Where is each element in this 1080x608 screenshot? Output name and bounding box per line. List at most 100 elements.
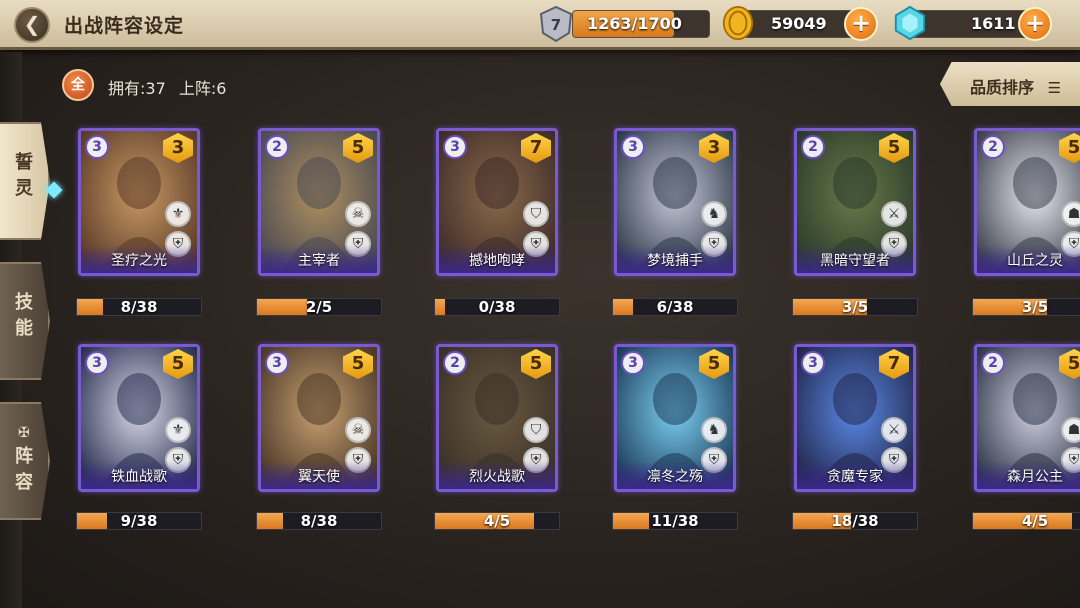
page-title: 出战阵容设定 <box>64 15 185 37</box>
hero-card[interactable]: 3 5 ☠ ⛨ 翼天使 <box>258 344 380 492</box>
class-emblem-icon: ☗ <box>1061 417 1080 443</box>
progress-text: 3/5 <box>841 298 869 316</box>
shard-progress-bar: 8/38 <box>256 512 382 530</box>
level-badge: 2 <box>265 135 289 159</box>
progress-text: 18/38 <box>831 512 879 530</box>
hero-card[interactable]: 3 3 ⚜ ⛨ 圣疗之光 <box>78 128 200 276</box>
level-badge: 3 <box>621 135 645 159</box>
class-emblem-icon: ⛉ <box>523 201 549 227</box>
class-emblem-icon: ☠ <box>345 201 371 227</box>
hero-card[interactable]: 3 5 ♞ ⛨ 凛冬之殇 <box>614 344 736 492</box>
hero-name: 梦境捕手 <box>617 245 733 273</box>
plus-icon: + <box>1024 9 1046 37</box>
hero-name: 主宰者 <box>261 245 377 273</box>
progress-text: 6/38 <box>656 298 694 316</box>
hero-card[interactable]: 2 5 ⚔ ⛨ 黑暗守望者 <box>794 128 916 276</box>
filter-all-button[interactable]: 全 <box>62 69 94 101</box>
progress-text: 4/5 <box>483 512 511 530</box>
back-button[interactable]: ❮ <box>14 7 50 43</box>
progress-text: 8/38 <box>120 298 158 316</box>
hero-card[interactable]: 3 3 ♞ ⛨ 梦境捕手 <box>614 128 736 276</box>
tab-skills[interactable]: 技 能 <box>0 262 50 380</box>
hero-name: 铁血战歌 <box>81 461 197 489</box>
hero-card[interactable]: 3 5 ⚜ ⛨ 铁血战歌 <box>78 344 200 492</box>
progress-text: 9/38 <box>120 512 158 530</box>
owned-count-text: 拥有:37 上阵:6 <box>108 75 234 99</box>
hero-name: 凛冬之殇 <box>617 461 733 489</box>
class-emblem-icon: ⚜ <box>165 417 191 443</box>
class-emblem-icon: ♞ <box>701 417 727 443</box>
stamina-shield-icon: 7 <box>539 5 573 43</box>
progress-text: 0/38 <box>478 298 516 316</box>
back-arrow-icon: ❮ <box>23 12 41 36</box>
formation-icon: ✠ <box>18 425 30 441</box>
stamina-level-badge: 7 <box>551 16 561 34</box>
tab-formation[interactable]: ✠ 阵 容 <box>0 402 50 520</box>
gem-plus-button[interactable]: + <box>1018 7 1052 41</box>
shard-progress-bar: 18/38 <box>792 512 918 530</box>
sort-quality-button[interactable]: 品质排序 ☰ <box>940 62 1080 106</box>
progress-text: 11/38 <box>651 512 699 530</box>
progress-text: 8/38 <box>300 512 338 530</box>
plus-icon: + <box>850 9 872 37</box>
class-emblem-icon: ⚔ <box>881 201 907 227</box>
level-badge: 2 <box>981 351 1005 375</box>
progress-text: 2/5 <box>305 298 333 316</box>
shard-progress-bar: 3/5 <box>792 298 918 316</box>
level-badge: 3 <box>85 351 109 375</box>
level-badge: 3 <box>443 135 467 159</box>
hero-name: 翼天使 <box>261 461 377 489</box>
progress-text: 4/5 <box>1021 512 1049 530</box>
tab-label-2: 容 <box>15 472 33 493</box>
progress-text: 3/5 <box>1021 298 1049 316</box>
hero-name: 撼地咆哮 <box>439 245 555 273</box>
level-badge: 3 <box>801 351 825 375</box>
gold-value: 59049 <box>771 14 827 33</box>
stamina-bar: 1263/1700 <box>572 10 710 38</box>
gold-plus-button[interactable]: + <box>844 7 878 41</box>
tab-label-2: 能 <box>15 318 33 339</box>
class-emblem-icon: ☠ <box>345 417 371 443</box>
tab-label-2: 灵 <box>15 178 33 199</box>
hero-name: 山丘之灵 <box>977 245 1080 273</box>
hero-card[interactable]: 2 5 ☗ ⛨ 山丘之灵 <box>974 128 1080 276</box>
class-emblem-icon: ⚔ <box>881 417 907 443</box>
shard-progress-bar: 4/5 <box>434 512 560 530</box>
gem-value: 1611 <box>971 14 1016 33</box>
hero-card[interactable]: 2 5 ⛉ ⛨ 烈火战歌 <box>436 344 558 492</box>
list-icon: ☰ <box>1047 79 1062 97</box>
level-badge: 2 <box>981 135 1005 159</box>
level-badge: 3 <box>621 351 645 375</box>
blue-gem-icon <box>894 5 926 41</box>
class-emblem-icon: ♞ <box>701 201 727 227</box>
top-bar: ❮ 出战阵容设定 1263/1700 7 59049 + 1611 + <box>0 0 1080 50</box>
tab-label-1: 技 <box>15 292 33 313</box>
hero-name: 贪魔专家 <box>797 461 913 489</box>
level-badge: 2 <box>443 351 467 375</box>
shard-progress-bar: 4/5 <box>972 512 1080 530</box>
shard-progress-bar: 8/38 <box>76 298 202 316</box>
stamina-text: 1263/1700 <box>587 14 682 33</box>
shard-progress-bar: 6/38 <box>612 298 738 316</box>
hero-name: 森月公主 <box>977 461 1080 489</box>
gold-coin-icon <box>722 5 754 41</box>
shard-progress-bar: 3/5 <box>972 298 1080 316</box>
tab-label-1: 誓 <box>15 152 33 173</box>
sort-label: 品质排序 <box>970 78 1035 97</box>
tab-spirits[interactable]: 誓 灵 <box>0 122 50 240</box>
class-emblem-icon: ⛉ <box>523 417 549 443</box>
hero-card[interactable]: 3 7 ⛉ ⛨ 撼地咆哮 <box>436 128 558 276</box>
hero-card[interactable]: 3 7 ⚔ ⛨ 贪魔专家 <box>794 344 916 492</box>
shard-progress-bar: 2/5 <box>256 298 382 316</box>
class-emblem-icon: ⚜ <box>165 201 191 227</box>
level-badge: 3 <box>85 135 109 159</box>
level-badge: 3 <box>265 351 289 375</box>
hero-card[interactable]: 2 5 ☗ ⛨ 森月公主 <box>974 344 1080 492</box>
hero-name: 黑暗守望者 <box>797 245 913 273</box>
hero-name: 烈火战歌 <box>439 461 555 489</box>
shard-progress-bar: 11/38 <box>612 512 738 530</box>
shard-progress-bar: 9/38 <box>76 512 202 530</box>
owned-count: 拥有:37 <box>108 79 166 98</box>
hero-card[interactable]: 2 5 ☠ ⛨ 主宰者 <box>258 128 380 276</box>
deployed-count: 上阵:6 <box>178 79 227 98</box>
